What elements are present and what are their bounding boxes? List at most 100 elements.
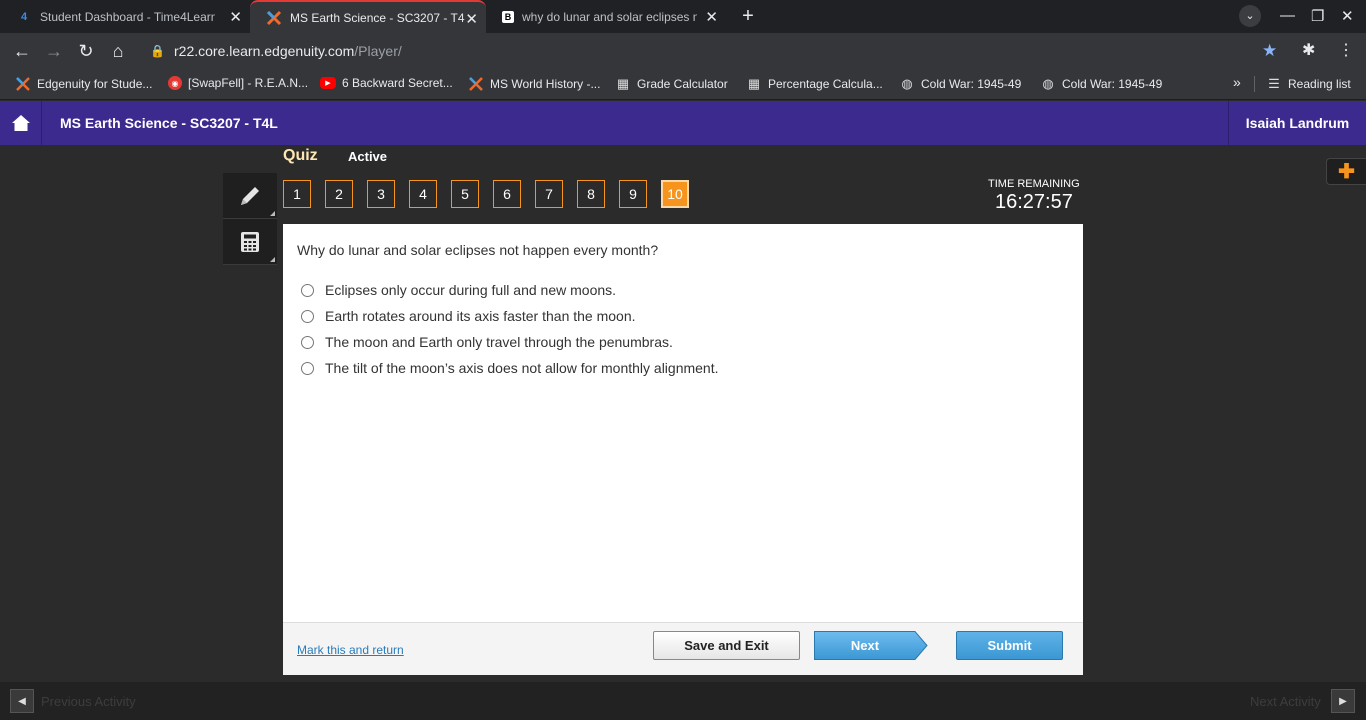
- bookmark-star-icon[interactable]: ★: [1262, 41, 1277, 61]
- quiz-status: Active: [348, 149, 388, 164]
- pencil-tool-button[interactable]: [223, 173, 277, 219]
- expand-corner-icon: [270, 257, 275, 262]
- close-tab-icon[interactable]: ✕: [465, 10, 478, 28]
- answer-radio[interactable]: [301, 361, 314, 375]
- caret-right-icon: ▶: [1339, 695, 1347, 707]
- bookmark-label: MS World History -...: [490, 77, 601, 91]
- close-window-icon[interactable]: ✕: [1341, 7, 1354, 25]
- close-tab-icon[interactable]: ✕: [229, 8, 242, 26]
- course-title: MS Earth Science - SC3207 - T4L: [60, 115, 278, 131]
- answer-text: The tilt of the moon’s axis does not all…: [325, 360, 719, 376]
- calculator-tool-button[interactable]: [223, 219, 277, 265]
- browser-menu-icon[interactable]: ⋮: [1338, 40, 1354, 60]
- answer-option-1[interactable]: Eclipses only occur during full and new …: [301, 277, 719, 303]
- next-button-label: Next: [850, 638, 880, 653]
- next-activity-button[interactable]: ▶: [1331, 689, 1355, 713]
- question-button-7[interactable]: 7: [535, 180, 563, 208]
- tab-ms-earth-science[interactable]: MS Earth Science - SC3207 - T4L ✕: [250, 0, 486, 33]
- edgenuity-icon: [468, 76, 484, 92]
- previous-activity-label: Previous Activity: [41, 694, 136, 709]
- user-name: Isaiah Landrum: [1245, 115, 1350, 131]
- address-bar[interactable]: 🔒 r22.core.learn.edgenuity.com/Player/: [150, 37, 1290, 65]
- question-button-9[interactable]: 9: [619, 180, 647, 208]
- new-tab-icon[interactable]: +: [736, 5, 760, 29]
- bookmark-item[interactable]: MS World History -...: [468, 76, 600, 92]
- browser-tab-strip: 4 Student Dashboard - Time4Learning ✕ MS…: [0, 0, 1366, 33]
- answer-list: Eclipses only occur during full and new …: [301, 277, 719, 381]
- pencil-icon: [241, 186, 259, 205]
- bookmark-item[interactable]: ▦ Percentage Calcula...: [746, 76, 883, 92]
- bookmark-item[interactable]: ▶ 6 Backward Secret...: [320, 76, 453, 90]
- bookmarks-bar: Edgenuity for Stude... ◉ [SwapFell] - R.…: [0, 69, 1366, 100]
- question-button-1[interactable]: 1: [283, 180, 311, 208]
- expand-panel-button[interactable]: ✚: [1326, 158, 1366, 185]
- answer-radio[interactable]: [301, 335, 314, 349]
- answer-option-3[interactable]: The moon and Earth only travel through t…: [301, 329, 719, 355]
- restore-icon[interactable]: ❐: [1311, 7, 1324, 25]
- answer-text: Eclipses only occur during full and new …: [325, 282, 617, 298]
- bookmark-label: [SwapFell] - R.E.A.N...: [188, 76, 309, 90]
- back-icon[interactable]: ←: [10, 39, 34, 63]
- minimize-icon[interactable]: —: [1280, 7, 1295, 24]
- bookmark-item[interactable]: ◍ Cold War: 1945-49: [899, 76, 1021, 92]
- reading-list-icon: ☰: [1268, 76, 1280, 91]
- question-button-3[interactable]: 3: [367, 180, 395, 208]
- edgenuity-icon: [266, 10, 282, 26]
- save-and-exit-button[interactable]: Save and Exit: [653, 631, 800, 660]
- reading-list[interactable]: ☰ Reading list: [1266, 76, 1351, 92]
- tab-student-dashboard[interactable]: 4 Student Dashboard - Time4Learning ✕: [0, 0, 250, 33]
- close-tab-icon[interactable]: ✕: [705, 8, 718, 26]
- question-panel: Why do lunar and solar eclipses not happ…: [283, 224, 1083, 675]
- app-home-button[interactable]: [0, 101, 42, 145]
- next-activity-label: Next Activity: [1250, 694, 1321, 709]
- bookmark-label: Cold War: 1945-49: [1062, 77, 1163, 91]
- bookmark-label: Grade Calculator: [637, 77, 728, 91]
- quiz-label: Quiz: [283, 147, 318, 164]
- tab-search-icon[interactable]: ⌄: [1239, 5, 1261, 27]
- question-button-8[interactable]: 8: [577, 180, 605, 208]
- expand-corner-icon: [270, 211, 275, 216]
- calculator-icon: ▦: [616, 76, 630, 91]
- submit-button[interactable]: Submit: [956, 631, 1063, 660]
- bookmark-item[interactable]: ◉ [SwapFell] - R.E.A.N...: [168, 76, 308, 90]
- edgenuity-icon: [15, 76, 31, 92]
- bookmark-label: Cold War: 1945-49: [921, 77, 1022, 91]
- user-menu[interactable]: Isaiah Landrum: [1228, 101, 1366, 145]
- reload-icon[interactable]: ↻: [74, 39, 98, 63]
- time-remaining-label: TIME REMAINING: [988, 178, 1080, 190]
- tab-title: MS Earth Science - SC3207 - T4L: [290, 10, 465, 25]
- question-button-5[interactable]: 5: [451, 180, 479, 208]
- next-button[interactable]: Next: [814, 631, 928, 660]
- answer-radio[interactable]: [301, 283, 314, 297]
- bookmark-item[interactable]: Edgenuity for Stude...: [15, 76, 152, 92]
- answer-option-4[interactable]: The tilt of the moon’s axis does not all…: [301, 355, 719, 381]
- app-header: MS Earth Science - SC3207 - T4L Isaiah L…: [0, 101, 1366, 145]
- question-button-4[interactable]: 4: [409, 180, 437, 208]
- question-button-6[interactable]: 6: [493, 180, 521, 208]
- bookmark-item[interactable]: ◍ Cold War: 1945-49: [1040, 76, 1162, 92]
- globe-icon: ◍: [901, 76, 913, 91]
- question-text: Why do lunar and solar eclipses not happ…: [297, 242, 659, 258]
- reading-list-label: Reading list: [1288, 77, 1351, 91]
- forward-icon[interactable]: →: [42, 39, 66, 63]
- mark-and-return-link[interactable]: Mark this and return: [297, 643, 404, 657]
- activity-nav-bar: ◀ Previous Activity Next Activity ▶: [0, 682, 1366, 720]
- question-button-2[interactable]: 2: [325, 180, 353, 208]
- extensions-icon[interactable]: ✱: [1302, 40, 1315, 60]
- youtube-icon: ▶: [320, 77, 336, 89]
- time-remaining-value: 16:27:57: [995, 191, 1073, 213]
- answer-text: Earth rotates around its axis faster tha…: [325, 308, 636, 324]
- tab-title: Student Dashboard - Time4Learning: [40, 9, 215, 24]
- home-icon[interactable]: ⌂: [106, 39, 130, 63]
- more-bookmarks-icon[interactable]: »: [1233, 74, 1241, 90]
- tab-eclipses-search[interactable]: B why do lunar and solar eclipses n ✕: [486, 0, 726, 33]
- home-icon: [11, 115, 30, 131]
- previous-activity-button[interactable]: ◀: [10, 689, 34, 713]
- question-navigator: 1 2 3 4 5 6 7 8 9 10: [283, 180, 703, 208]
- bookmark-item[interactable]: ▦ Grade Calculator: [615, 76, 728, 92]
- answer-option-2[interactable]: Earth rotates around its axis faster tha…: [301, 303, 719, 329]
- bookmark-label: Edgenuity for Stude...: [37, 77, 153, 91]
- answer-radio[interactable]: [301, 309, 314, 323]
- bookmarks-divider: [1254, 76, 1255, 92]
- question-button-10[interactable]: 10: [661, 180, 689, 208]
